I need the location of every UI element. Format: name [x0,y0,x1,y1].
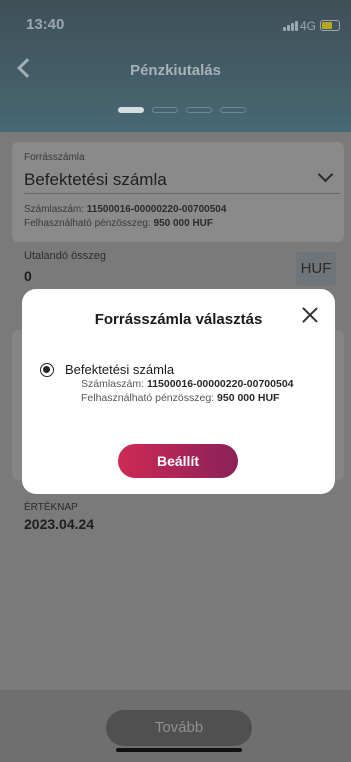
source-account-value[interactable]: Befektetési számla [24,170,167,190]
next-button[interactable]: Tovább [106,710,252,746]
home-indicator [116,748,242,752]
available-amount: 950 000 HUF [153,218,214,229]
network-type: 4G [300,19,317,33]
option-account-number-line: Számlaszám: 11500016-00000220-00700504 [81,378,294,390]
step-2 [152,107,178,113]
value-date-label: ÉRTÉKNAP [24,502,78,513]
option-available-amount: 950 000 HUF [217,392,280,404]
option-account-name[interactable]: Befektetési számla [65,362,174,377]
account-number-label: Számlaszám: [24,204,85,215]
step-4 [220,107,246,113]
signal-icon [283,21,298,31]
source-account-modal: Forrásszámla választás Befektetési száml… [22,289,335,494]
status-time: 13:40 [26,16,65,33]
radio-selected-dot [43,366,50,373]
option-available-line: Felhasználható pénzösszeg: 950 000 HUF [81,392,279,404]
modal-title: Forrásszámla választás [94,311,263,328]
page-title: Pénzkiutalás [130,62,221,79]
account-number-line: Számlaszám: 11500016-00000220-00700504 [24,204,226,215]
amount-label: Utalandó összeg [24,250,106,262]
status-bar: 13:40 4G [0,0,351,44]
step-1 [118,107,144,113]
divider [24,193,340,194]
source-account-label: Forrásszámla [24,152,85,163]
battery-icon [320,20,340,31]
step-3 [186,107,212,113]
available-amount-label: Felhasználható pénzösszeg: [24,218,151,229]
currency-button[interactable]: HUF [296,252,336,286]
radio-button[interactable] [40,363,54,377]
close-icon[interactable] [300,305,320,325]
amount-input[interactable]: 0 [24,268,32,284]
set-button[interactable]: Beállít [118,444,238,478]
option-available-label: Felhasználható pénzösszeg: [81,392,215,404]
available-amount-line: Felhasználható pénzösszeg: 950 000 HUF [24,218,213,229]
value-date[interactable]: 2023.04.24 [24,516,94,532]
option-account-number: 11500016-00000220-00700504 [146,378,294,390]
option-account-label: Számlaszám: [81,378,145,390]
step-indicator [118,107,246,113]
account-number: 11500016-00000220-00700504 [86,204,227,215]
